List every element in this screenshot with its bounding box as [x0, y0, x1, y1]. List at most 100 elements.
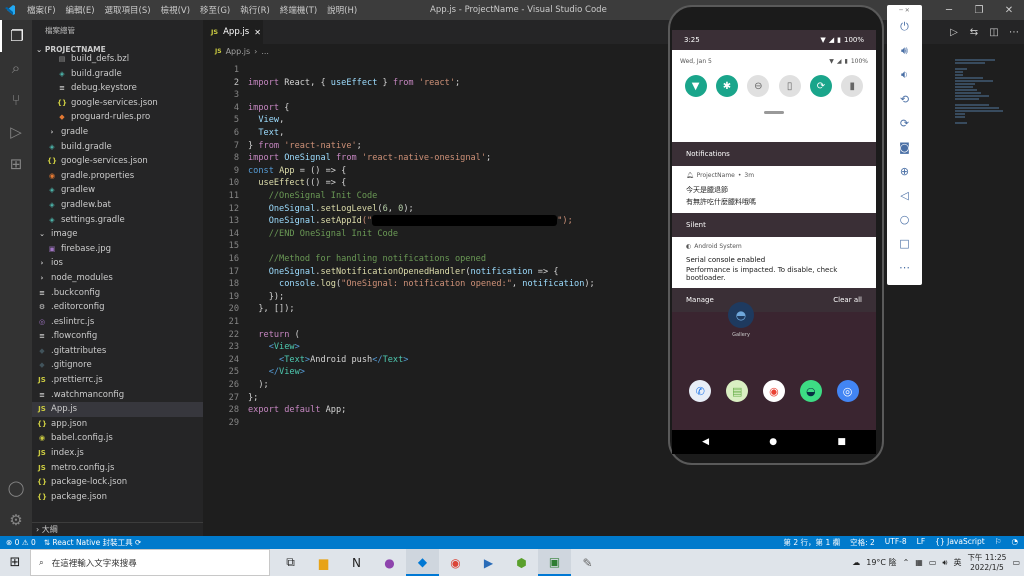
- flashlight-tile-icon[interactable]: ▯: [778, 75, 801, 97]
- code-line[interactable]: 18 console.log("OneSignal: notification …: [203, 278, 673, 291]
- code-line[interactable]: 6 Text,: [203, 127, 673, 140]
- breadcrumb-file[interactable]: App.js: [226, 47, 251, 56]
- file-tree-item[interactable]: ◎ .eslintrc.js: [32, 315, 203, 330]
- file-tree-item[interactable]: › ios: [32, 256, 203, 271]
- feedback-icon[interactable]: ⚐: [995, 537, 1002, 548]
- code-line[interactable]: 11 //OneSignal Init Code: [203, 190, 673, 203]
- language-mode[interactable]: {} JavaScript: [935, 537, 985, 548]
- code-line[interactable]: 29: [203, 417, 673, 430]
- code-line[interactable]: 15: [203, 240, 673, 253]
- back-icon[interactable]: ◁: [900, 183, 908, 207]
- code-line[interactable]: 12 OneSignal.setLogLevel(6, 0);: [203, 203, 673, 216]
- code-line[interactable]: 13 OneSignal.setAppId(" ");: [203, 215, 673, 228]
- weather-icon[interactable]: ☁: [852, 558, 860, 567]
- file-tree-item[interactable]: ◈ build.gradle: [32, 67, 203, 82]
- compare-icon[interactable]: ⇆: [964, 20, 984, 44]
- file-tree-item[interactable]: {} google-services.json: [32, 154, 203, 169]
- android-app-icon[interactable]: ◒: [799, 380, 822, 402]
- code-line[interactable]: 19 });: [203, 291, 673, 304]
- explorer-icon[interactable]: ❐: [0, 20, 32, 52]
- eol[interactable]: LF: [917, 537, 926, 548]
- tab-app-js[interactable]: JS App.js ✕: [203, 20, 263, 44]
- run-debug-icon[interactable]: ▷: [0, 116, 32, 148]
- code-line[interactable]: 24 <Text>Android push</Text>: [203, 354, 673, 367]
- weather-text[interactable]: 19°C 陰: [866, 557, 896, 568]
- notification-card-projectname[interactable]: 🔔︎ ProjectName • 3m 今天是臘退節 有無許吃什麼臘料哦嗎: [672, 166, 876, 213]
- volume-down-icon[interactable]: 🔉︎: [901, 63, 908, 87]
- battery-saver-tile-icon[interactable]: ▮: [841, 75, 864, 97]
- file-tree-item[interactable]: {} app.json: [32, 417, 203, 432]
- account-icon[interactable]: ◯: [0, 472, 32, 504]
- screenshot-camera-icon[interactable]: ◙: [899, 135, 910, 159]
- file-tree-item[interactable]: ◈ gradlew: [32, 183, 203, 198]
- menu-item[interactable]: 檔案(F): [26, 4, 57, 16]
- minimap[interactable]: [955, 58, 1015, 124]
- home-nav-icon[interactable]: ●: [769, 437, 777, 447]
- menu-item[interactable]: 檢視(V): [160, 4, 191, 16]
- code-line[interactable]: 8 import OneSignal from 'react-native-one…: [203, 152, 673, 165]
- more-actions-icon[interactable]: ⋯: [1004, 20, 1024, 44]
- notifications-bell-icon[interactable]: ◔: [1011, 537, 1018, 548]
- chrome-app-icon[interactable]: ◉: [762, 380, 785, 402]
- cube-app-icon[interactable]: ⬢: [505, 549, 538, 576]
- volume-up-icon[interactable]: 🔊︎: [901, 39, 908, 63]
- code-line[interactable]: 1: [203, 64, 673, 77]
- emulator-taskbar-icon[interactable]: ▣: [538, 549, 571, 576]
- code-line[interactable]: 20 }, []);: [203, 303, 673, 316]
- run-icon[interactable]: ▷: [944, 20, 964, 44]
- file-tree-item[interactable]: ⚙ .editorconfig: [32, 300, 203, 315]
- file-tree-item[interactable]: ◆ proguard-rules.pro: [32, 110, 203, 125]
- more-icon[interactable]: ⋯: [899, 255, 910, 279]
- network-icon[interactable]: ▭: [929, 558, 937, 567]
- close-icon[interactable]: ✕: [994, 0, 1024, 20]
- code-line[interactable]: 14 //END OneSignal Init Code: [203, 228, 673, 241]
- system-clock[interactable]: 下午 11:25 2022/1/5: [967, 553, 1006, 573]
- code-line[interactable]: 25 </View>: [203, 366, 673, 379]
- code-line[interactable]: 7} from 'react-native';: [203, 140, 673, 153]
- file-tree-item[interactable]: ≡ debug.keystore: [32, 81, 203, 96]
- wifi-tile-icon[interactable]: ▼: [684, 75, 707, 97]
- source-control-icon[interactable]: ⑂: [0, 84, 32, 116]
- gallery-app-icon[interactable]: ◓: [728, 302, 754, 328]
- dnd-tile-icon[interactable]: ⊖: [747, 75, 770, 97]
- file-tree-item[interactable]: ⌄ image: [32, 227, 203, 242]
- encoding[interactable]: UTF-8: [885, 537, 907, 548]
- menu-item[interactable]: 說明(H): [326, 4, 358, 16]
- file-tree-item[interactable]: JS .prettierrc.js: [32, 373, 203, 388]
- rn-tools-item[interactable]: ⇅ React Native 封裝工具 ⟳: [44, 537, 142, 548]
- code-line[interactable]: 16 //Method for handling notifications o…: [203, 253, 673, 266]
- code-line[interactable]: 10 useEffect(() => {: [203, 177, 673, 190]
- camera-app-icon[interactable]: ◎: [836, 380, 859, 402]
- overview-icon[interactable]: □: [899, 231, 909, 255]
- file-tree-item[interactable]: JS metro.config.js: [32, 461, 203, 476]
- file-tree-item[interactable]: {} package.json: [32, 490, 203, 505]
- rotate-right-icon[interactable]: ⟳: [900, 111, 909, 135]
- ime-indicator[interactable]: 英: [953, 557, 961, 568]
- action-center-icon[interactable]: ▭: [1012, 558, 1020, 567]
- notification-card-android-system[interactable]: ◐ Android System Serial console enabled P…: [672, 237, 876, 288]
- file-tree-item[interactable]: ≡ .flowconfig: [32, 329, 203, 344]
- code-line[interactable]: 5 View,: [203, 114, 673, 127]
- problems-indicator[interactable]: ⊗ 0 ⚠ 0: [6, 538, 36, 547]
- code-line[interactable]: 26 );: [203, 379, 673, 392]
- code-line[interactable]: 4 import {: [203, 102, 673, 115]
- manage-button[interactable]: Manage: [686, 288, 714, 312]
- extensions-icon[interactable]: ⊞: [0, 148, 32, 180]
- menu-item[interactable]: 移至(G): [199, 4, 231, 16]
- file-tree-item[interactable]: ◈ build.gradle: [32, 140, 203, 155]
- menu-item[interactable]: 終端機(T): [279, 4, 318, 16]
- windows-start-icon[interactable]: ⊞: [0, 549, 30, 576]
- powershell-icon[interactable]: ▶: [472, 549, 505, 576]
- code-editor[interactable]: 1 2 import React, { useEffect } from 'reac…: [203, 58, 673, 536]
- code-line[interactable]: 28 export default App;: [203, 404, 673, 417]
- notion-icon[interactable]: N: [340, 549, 373, 576]
- code-line[interactable]: 21: [203, 316, 673, 329]
- file-tree-item[interactable]: ◉ gradle.properties: [32, 169, 203, 184]
- tray-chevron-icon[interactable]: ⌃: [903, 558, 910, 567]
- menu-item[interactable]: 選取項目(S): [104, 4, 152, 16]
- file-tree-item[interactable]: ▣ firebase.jpg: [32, 242, 203, 257]
- messages-app-icon[interactable]: ▤: [726, 380, 749, 402]
- task-view-icon[interactable]: ⧉: [274, 549, 307, 576]
- file-tree-item[interactable]: JS index.js: [32, 446, 203, 461]
- file-tree-item[interactable]: JS App.js: [32, 402, 203, 417]
